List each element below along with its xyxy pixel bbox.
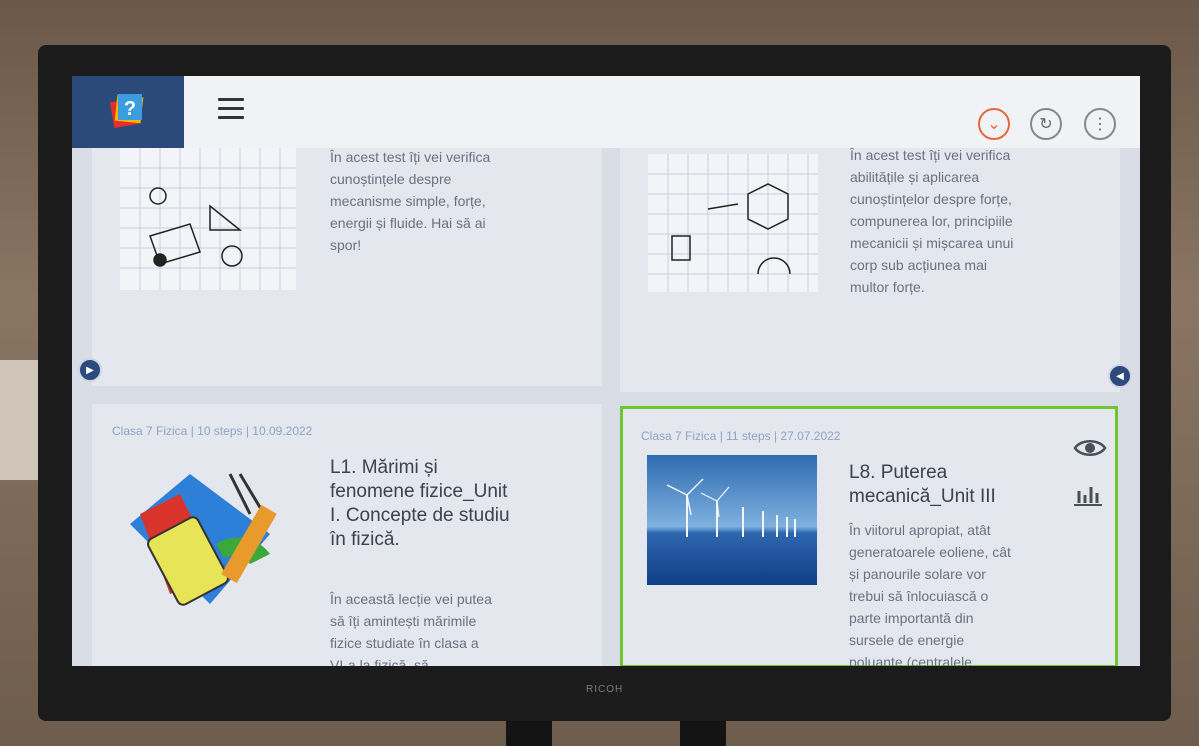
carousel-next-arrow-icon[interactable]: ◀	[1108, 364, 1132, 388]
svg-text:?: ?	[124, 98, 136, 120]
card-description: În această lecție vei putea să îți amint…	[330, 591, 492, 666]
app-topbar: ? ⌄ ↻ ⋮	[72, 76, 1140, 148]
statistics-chart-icon[interactable]	[1071, 481, 1105, 507]
card-meta: Clasa 7 Fizica | 11 steps | 27.07.2022	[641, 429, 841, 443]
app-logo-icon: ?	[109, 94, 144, 129]
lesson-card-1[interactable]: În acest test îți vei verifica cunoștinț…	[92, 148, 602, 386]
card-title[interactable]: L8. Puterea mecanică_Unit III	[849, 461, 1039, 509]
card-description: În acest test îți vei verifica cunoștinț…	[330, 149, 491, 253]
wall	[0, 360, 40, 480]
app-logo-container[interactable]: ?	[72, 76, 184, 148]
refresh-icon[interactable]: ↻	[1030, 108, 1062, 140]
lesson-card-3[interactable]: Clasa 7 Fizica | 10 steps | 10.09.2022 L…	[92, 404, 602, 666]
lesson-card-2[interactable]: În acest test îți vei verifica abilități…	[620, 147, 1120, 392]
hamburger-menu-icon[interactable]	[218, 98, 244, 120]
wind-turbines-image	[647, 455, 817, 585]
more-vertical-icon[interactable]: ⋮	[1084, 108, 1116, 140]
mechanics-sketch-image	[648, 154, 818, 292]
tv-brand: RICOH	[586, 684, 624, 695]
physics-sketch-image	[120, 148, 296, 290]
chevron-down-icon[interactable]: ⌄	[978, 108, 1010, 140]
geometry-tools-image	[120, 454, 294, 624]
card-title[interactable]: L1. Mărimi și fenomene fizice_Unit I. Co…	[330, 456, 510, 552]
card-description: În acest test îți vei verifica abilități…	[850, 147, 1014, 295]
card-meta: Clasa 7 Fizica | 10 steps | 10.09.2022	[112, 424, 313, 438]
tv-stand-right	[680, 721, 726, 746]
preview-eye-icon[interactable]	[1073, 435, 1107, 461]
tv-stand-left	[506, 721, 552, 746]
lesson-card-4-selected[interactable]: Clasa 7 Fizica | 11 steps | 27.07.2022 L…	[620, 406, 1118, 666]
carousel-prev-arrow-icon[interactable]: ▶	[78, 358, 102, 382]
card-description: În viitorul apropiat, atât generatoarele…	[849, 522, 1011, 666]
tv-screen: În acest test îți vei verifica cunoștinț…	[72, 76, 1140, 666]
